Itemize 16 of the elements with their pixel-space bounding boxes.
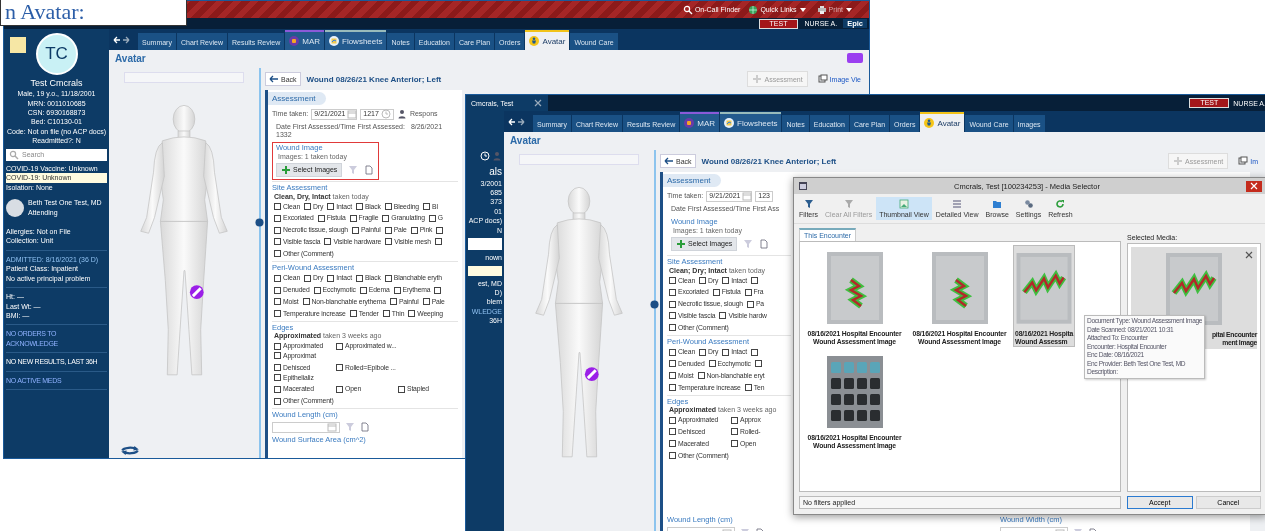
- tab[interactable]: MAR: [285, 30, 324, 50]
- wound-title: Wound 08/26/21 Knee Anterior; Left: [306, 74, 442, 84]
- callout-text: n Avatar:: [4, 0, 86, 24]
- tab[interactable]: Avatar: [525, 30, 570, 50]
- section-tab[interactable]: Assessment: [663, 174, 721, 188]
- page-title: Avatar: [115, 53, 146, 65]
- wound-title: Wound 08/26/21 Knee Anterior; Left: [701, 156, 837, 166]
- tab[interactable]: Flowsheets: [720, 112, 782, 132]
- page-title: Avatar: [510, 135, 541, 147]
- sidebar-text: als: [489, 165, 502, 179]
- patient-name: Test Cmcrals: [29, 77, 84, 90]
- tab[interactable]: MAR: [680, 112, 719, 132]
- tab[interactable]: Flowsheets: [325, 30, 387, 50]
- patient-avatar: TC: [35, 33, 78, 75]
- tab[interactable]: Avatar: [920, 112, 965, 132]
- section-tab[interactable]: Assessment: [268, 92, 326, 106]
